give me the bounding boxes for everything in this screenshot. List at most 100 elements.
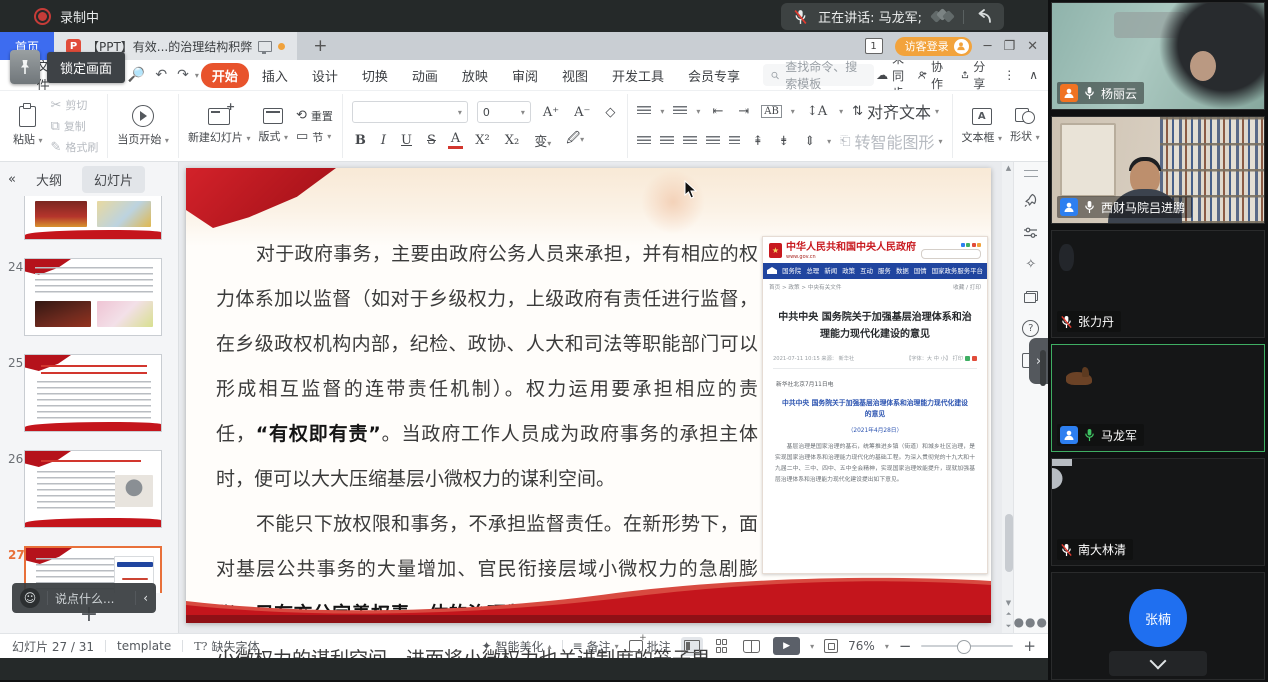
command-search-input[interactable]: 查找命令、搜索模板 (763, 64, 874, 86)
distribute-icon[interactable] (729, 136, 740, 146)
slide-canvas[interactable]: 对于政府事务，主要由政府公务人员来承担，并有相应的权力体系加以监督（如对于乡级权… (179, 162, 1002, 633)
guest-login-button[interactable]: 访客登录 (895, 37, 972, 56)
participant-tile-lvjinpeng[interactable]: 西财马院吕进鹏 (1051, 116, 1265, 224)
help-icon[interactable]: ? (1022, 320, 1039, 337)
to-smart-graphic-button[interactable]: ⎗ 转智能图形 ▾ (840, 129, 942, 153)
decrease-indent-icon[interactable]: ⇤ (709, 104, 726, 119)
font-name-select[interactable]: ▾ (352, 101, 468, 123)
template-name[interactable]: template (117, 639, 171, 653)
collapse-ribbon-icon[interactable]: ∧ (1029, 68, 1038, 82)
play-options-icon[interactable]: ▾ (810, 642, 814, 651)
tab-review[interactable]: 审阅 (501, 63, 549, 88)
close-button[interactable]: ✕ (1027, 40, 1038, 53)
settings-sliders-icon[interactable] (1022, 224, 1039, 241)
tab-home[interactable]: 开始 (201, 63, 249, 88)
clear-format-icon[interactable]: ◇ (602, 105, 618, 120)
line-height-icon[interactable]: ⇕ (801, 134, 818, 149)
slide-thumbnail-partial[interactable] (0, 196, 178, 242)
slide-thumbnail-24[interactable]: 24 (0, 258, 178, 338)
tab-view[interactable]: 视图 (551, 63, 599, 88)
strikethrough-button[interactable]: S (424, 133, 439, 148)
align-text-button[interactable]: ⇅ 对齐文本 ▾ (852, 99, 939, 123)
text-direction-icon[interactable]: AB (761, 105, 782, 118)
tab-slides[interactable]: 幻灯片 (82, 166, 145, 193)
scroll-more-participants-button[interactable] (1109, 651, 1207, 676)
window-switch-indicator[interactable]: 1 (865, 38, 883, 54)
align-center-icon[interactable] (660, 136, 674, 146)
participant-tile-nandalinqing[interactable]: 南大林清 (1051, 458, 1265, 566)
increase-indent-icon[interactable]: ⇥ (735, 104, 752, 119)
zoom-slider-knob[interactable] (957, 640, 971, 654)
slideshow-play-button[interactable]: ▶ (773, 637, 800, 655)
collapse-panel-icon[interactable]: « (8, 172, 16, 187)
history-dropdown-icon[interactable]: ▾ (195, 71, 199, 80)
font-size-select[interactable]: 0▾ (477, 101, 531, 123)
effects-star-icon[interactable]: ✧ (1022, 256, 1039, 273)
underline-button[interactable]: U (398, 133, 415, 148)
zoom-out-button[interactable]: − (899, 639, 912, 654)
restore-button[interactable]: ❐ (1003, 40, 1015, 53)
participant-tile-zhanglidan[interactable]: 张力丹 (1051, 230, 1265, 338)
chat-input-placeholder[interactable]: 说点什么... (55, 590, 114, 607)
spacing-increase-icon[interactable]: ⇞ (749, 134, 766, 149)
slide-thumbnail-25[interactable]: 25 (0, 354, 178, 434)
return-arrow-icon[interactable] (974, 9, 992, 25)
format-painter-button[interactable]: ✎ 格式刷 (51, 139, 99, 155)
tab-slideshow[interactable]: 放映 (451, 63, 499, 88)
text-box-button[interactable]: A 文本框 ▾ (962, 108, 1003, 145)
reset-button[interactable]: ⟲ 重置 (296, 108, 333, 124)
bullet-list-icon[interactable] (637, 106, 651, 116)
next-slide-icon[interactable]: ⏷ (1002, 622, 1015, 631)
tab-insert[interactable]: 插入 (251, 63, 299, 88)
bold-button[interactable]: B (352, 133, 369, 148)
decrease-font-icon[interactable]: A⁻ (571, 105, 593, 120)
print-preview-icon[interactable]: 🔎 (124, 67, 149, 83)
section-button[interactable]: ▭ 节 ▾ (296, 129, 333, 145)
zoom-slider[interactable] (921, 645, 1013, 647)
scrollbar-thumb[interactable] (1005, 514, 1013, 572)
more-tools-icon[interactable]: ●●● (1014, 615, 1048, 629)
pin-button[interactable] (10, 50, 40, 84)
zoom-in-button[interactable]: + (1023, 639, 1036, 654)
share-button[interactable]: 分享 (961, 58, 989, 92)
scroll-down-icon[interactable]: ▼ (1002, 599, 1015, 607)
phonetic-guide-button[interactable]: 变▾ (531, 131, 554, 150)
slide-thumbnail-26[interactable]: 26 (0, 450, 178, 530)
tab-outline[interactable]: 大纲 (24, 166, 74, 193)
redo-icon[interactable]: ↷ (173, 67, 193, 83)
spacing-decrease-icon[interactable]: ⇟ (775, 134, 792, 149)
participant-tile-zhangnan[interactable]: 张楠 (1051, 572, 1265, 680)
superscript-button[interactable]: X² (472, 133, 492, 148)
tab-design[interactable]: 设计 (301, 63, 349, 88)
font-color-button[interactable]: A (448, 131, 463, 149)
numbered-list-icon[interactable] (673, 106, 687, 116)
tab-member[interactable]: 会员专享 (677, 63, 751, 88)
collapse-chat-icon[interactable]: ‹ (143, 591, 148, 605)
participant-tile-malongjun-speaking[interactable]: 马龙军 (1051, 344, 1265, 452)
line-spacing-icon[interactable]: ↕A (804, 104, 830, 119)
minimize-button[interactable]: ─ (984, 40, 992, 53)
fit-to-window-icon[interactable] (824, 639, 838, 653)
align-right-icon[interactable] (683, 136, 697, 146)
new-slide-button[interactable]: 新建幻灯片 ▾ (188, 108, 251, 145)
tab-animation[interactable]: 动画 (401, 63, 449, 88)
zoom-dropdown-icon[interactable]: ▾ (885, 642, 889, 651)
paste-button[interactable]: 粘贴 ▾ (13, 106, 43, 147)
italic-button[interactable]: I (378, 133, 389, 148)
zoom-level[interactable]: 76% (848, 639, 875, 653)
shapes-button[interactable]: 形状 ▾ (1010, 108, 1040, 144)
participant-tile-yangliyun[interactable]: 杨丽云 (1051, 2, 1265, 110)
undo-icon[interactable]: ↶ (151, 67, 171, 83)
current-slide[interactable]: 对于政府事务，主要由政府公务人员来承担，并有相应的权力体系加以监督（如对于乡级权… (186, 168, 991, 623)
highlight-button[interactable]: 🖉▾ (563, 129, 587, 151)
increase-font-icon[interactable]: A⁺ (540, 105, 562, 120)
tab-transition[interactable]: 切换 (351, 63, 399, 88)
meeting-chat-quickbar[interactable]: ☺ 说点什么... ‹ (12, 583, 156, 613)
sidebar-resize-handle[interactable] (1040, 350, 1046, 386)
previous-slide-icon[interactable]: ⏶ (1002, 610, 1015, 619)
copy-button[interactable]: ⧉ 复制 (51, 118, 99, 134)
emoji-icon[interactable]: ☺ (20, 588, 40, 608)
more-menu-icon[interactable]: ⋮ (1003, 68, 1015, 82)
switch-windows-icon[interactable] (1022, 288, 1039, 305)
justify-icon[interactable] (706, 136, 720, 146)
